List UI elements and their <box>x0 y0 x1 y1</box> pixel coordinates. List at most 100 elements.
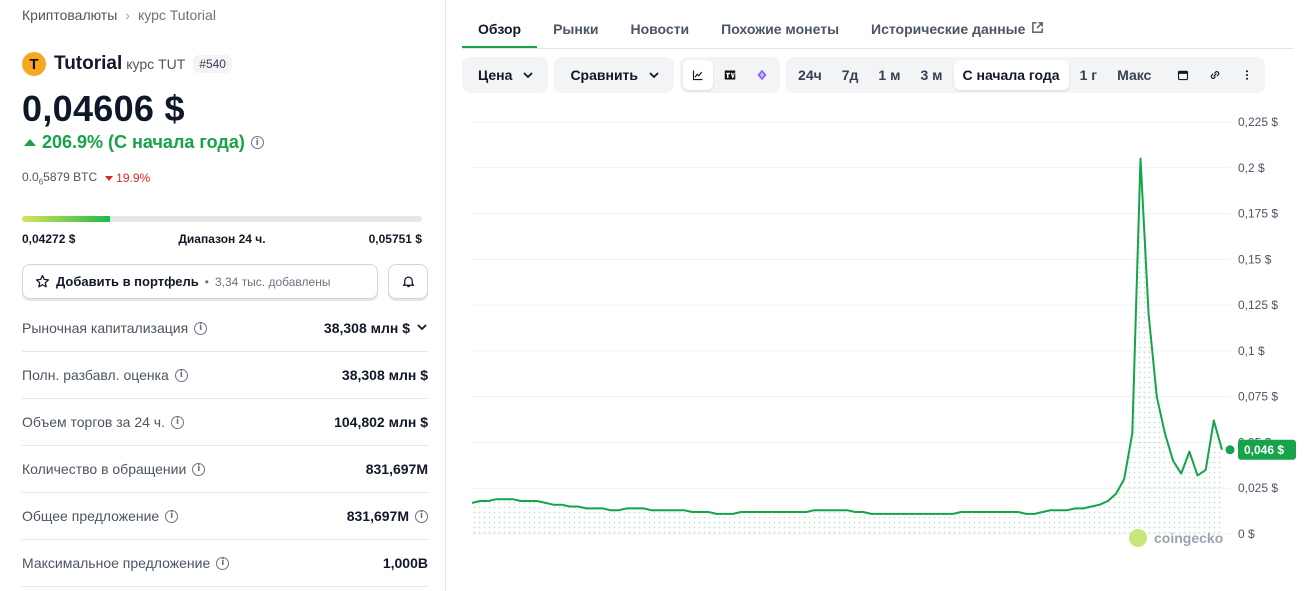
tab-label: Похожие монеты <box>721 21 840 37</box>
range-option[interactable]: 3 м <box>911 60 951 90</box>
tab-1[interactable]: Обзор <box>462 0 538 48</box>
stat-value-text: 831,697M <box>365 461 428 477</box>
tab-4[interactable]: Похожие монеты <box>705 0 855 48</box>
range-low: 0,04272 $ <box>22 232 76 246</box>
bell-icon <box>402 276 414 288</box>
share-link-button[interactable] <box>1200 60 1230 90</box>
range-high: 0,05751 $ <box>368 232 422 246</box>
info-icon[interactable]: i <box>165 509 179 523</box>
tab-2[interactable]: Рынки <box>537 0 614 48</box>
stat-label-text: Объем торгов за 24 ч. <box>22 414 165 430</box>
compare-dropdown[interactable]: Сравнить <box>554 57 675 93</box>
breadcrumb-current: курс Tutorial <box>137 7 216 23</box>
range-option[interactable]: 1 г <box>1071 60 1107 90</box>
price-alert-button[interactable] <box>388 264 428 299</box>
breadcrumb: Криптовалюты › курс Tutorial <box>22 7 216 23</box>
stat-value: 38,308 млн $ <box>324 320 428 336</box>
stat-row: Общее предложение i 831,697M i <box>22 493 428 540</box>
time-range-switch: 24ч 7д 1 м3 мС начала года 1 г Макс <box>786 57 1266 93</box>
range-option[interactable]: Макс <box>1108 60 1160 90</box>
range-option[interactable]: 7д <box>833 60 868 90</box>
line-chart-icon <box>692 70 703 81</box>
price-change-value: 206.9% (С начала года) <box>42 132 245 152</box>
coin-header: T Tutorial курс TUT #540 <box>22 52 232 76</box>
btc-change: 19.9% <box>105 171 150 185</box>
y-tick-label: 0,025 $ <box>1238 481 1278 495</box>
tradingview-button[interactable] <box>715 60 745 90</box>
y-tick-label: 0,15 $ <box>1238 252 1272 266</box>
stat-value-text: 1,000B <box>382 555 428 571</box>
portfolio-label: Добавить в портфель <box>56 274 199 289</box>
compare-dropdown-label: Сравнить <box>570 67 639 83</box>
stat-value-text: 38,308 млн $ <box>341 367 428 383</box>
chart-toolbar: Цена Сравнить 24ч 7д 1 м3 мС начала года 1 … <box>462 57 1292 93</box>
coin-logo-icon: T <box>22 52 46 76</box>
info-icon[interactable]: i <box>250 136 264 149</box>
more-icon <box>1246 70 1249 80</box>
tab-3[interactable]: Новости <box>614 0 705 48</box>
range-label: Диапазон 24 ч. <box>178 232 266 246</box>
range-option[interactable]: 1 м <box>869 60 909 90</box>
price-change: 206.9% (С начала года) i <box>24 132 264 153</box>
range-bar-fill <box>22 216 110 222</box>
range-bar <box>22 216 422 222</box>
external-link-icon <box>1031 21 1044 48</box>
diamond-button[interactable] <box>747 60 777 90</box>
stat-row: Полн. разбавл. оценка i 38,308 млн $ <box>22 352 428 399</box>
add-to-portfolio-button[interactable]: Добавить в портфель • 3,34 тыс. добавлен… <box>22 264 378 299</box>
coin-symbol: курс TUT <box>126 56 186 72</box>
stat-value-text: 104,802 млн $ <box>334 414 428 430</box>
y-tick-label: 0,225 $ <box>1238 115 1278 129</box>
more-options-button[interactable] <box>1232 60 1262 90</box>
breadcrumb-root[interactable]: Криптовалюты <box>22 7 117 23</box>
info-icon[interactable]: i <box>194 321 208 335</box>
calendar-button[interactable] <box>1168 60 1198 90</box>
stat-label: Максимальное предложение i <box>22 555 230 571</box>
info-icon[interactable]: i <box>170 415 184 429</box>
info-icon[interactable]: i <box>174 368 188 382</box>
info-icon[interactable]: i <box>192 462 206 476</box>
price-dropdown-label: Цена <box>478 67 513 83</box>
stats-list: Рыночная капитализация i 38,308 млн $ Полн.… <box>22 305 428 587</box>
watermark-text: coingecko <box>1154 530 1223 546</box>
stat-row: Объем торгов за 24 ч. i 104,802 млн $ <box>22 399 428 446</box>
coin-summary-panel: Криптовалюты › курс Tutorial T Tutorial … <box>22 0 428 591</box>
current-price-label: 0,046 $ <box>1244 443 1284 457</box>
range-option[interactable]: 24ч <box>789 60 831 90</box>
stat-label: Полн. разбавл. оценка i <box>22 367 188 383</box>
range-option[interactable]: С начала года <box>953 60 1069 90</box>
price-area <box>472 158 1222 534</box>
panel-divider <box>445 0 446 591</box>
stat-row: Рыночная капитализация i 38,308 млн $ <box>22 305 428 352</box>
y-tick-label: 0 $ <box>1238 527 1255 541</box>
coin-price: 0,04606 $ <box>22 88 185 129</box>
stat-label-text: Полн. разбавл. оценка <box>22 367 169 383</box>
coingecko-logo-icon <box>1129 529 1147 547</box>
info-icon[interactable]: i <box>216 556 230 570</box>
caret-up-icon <box>24 139 36 146</box>
chevron-down-icon[interactable] <box>416 320 428 336</box>
stat-label-text: Максимальное предложение <box>22 555 211 571</box>
stat-label: Количество в обращении i <box>22 461 206 477</box>
diamond-icon <box>757 69 767 81</box>
stat-value: 38,308 млн $ <box>342 367 428 383</box>
y-tick-label: 0,075 $ <box>1238 390 1278 404</box>
price-dropdown[interactable]: Цена <box>462 57 549 93</box>
price-chart-svg: 0,225 $ 0,2 $ 0,175 $ 0,15 $ 0,125 $ 0,1 $ 0,0… <box>471 115 1296 547</box>
coin-name: Tutorial <box>54 53 123 74</box>
stat-value-text: 831,697M <box>346 508 409 524</box>
coingecko-watermark: coingecko <box>1129 529 1223 547</box>
tradingview-icon <box>724 70 736 80</box>
y-tick-label: 0,125 $ <box>1238 298 1278 312</box>
current-price-dot <box>1225 445 1235 455</box>
tab-5[interactable]: Исторические данные <box>855 0 1060 48</box>
info-icon[interactable]: i <box>415 509 428 523</box>
btc-price: 0.065879 BTC 19.9% <box>22 170 150 186</box>
chevron-down-icon <box>523 72 534 79</box>
caret-down-icon <box>105 175 114 181</box>
link-icon <box>1211 71 1220 79</box>
stat-label: Рыночная капитализация i <box>22 320 208 336</box>
line-chart-button[interactable] <box>683 60 714 90</box>
tab-label: Исторические данные <box>871 21 1026 37</box>
stat-label: Объем торгов за 24 ч. i <box>22 414 184 430</box>
